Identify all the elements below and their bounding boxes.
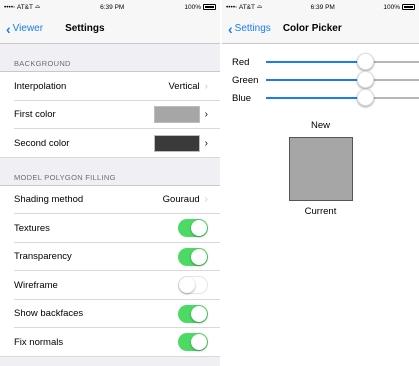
back-label: Settings [234, 23, 271, 34]
blue-slider[interactable] [266, 89, 419, 106]
first-color-label: First color [14, 109, 56, 121]
interpolation-value: Vertical [168, 80, 200, 92]
wifi-icon: ⌓ [256, 3, 263, 10]
toggle-knob [179, 277, 195, 294]
settings-screen: ••••◦ AT&T ⌓ 6:39 PM 100% ‹ Viewer Setti… [0, 0, 220, 366]
red-slider-row: Red [222, 53, 419, 71]
shading-method-value: Gouraud [162, 194, 200, 206]
second-color-swatch [153, 134, 200, 152]
wifi-icon: ⌓ [34, 3, 41, 10]
fix-normals-toggle[interactable] [178, 333, 208, 352]
wireframe-row: Wireframe [0, 271, 220, 300]
color-picker: Red Green Blue New Current [222, 44, 419, 217]
blue-slider-label: Blue [232, 92, 252, 104]
status-bar: ••••◦ AT&T ⌓ 6:39 PM 100% [222, 0, 419, 14]
back-button-viewer[interactable]: ‹ Viewer [0, 20, 44, 37]
slider-fill [266, 97, 366, 99]
back-label: Viewer [12, 23, 44, 34]
interpolation-label: Interpolation [14, 80, 67, 92]
slider-group: Red Green Blue [222, 53, 419, 107]
new-label: New [310, 120, 330, 131]
toggle-knob [191, 305, 207, 322]
blue-slider-row: Blue [222, 89, 419, 107]
carrier-label: ••••◦ AT&T [226, 3, 255, 11]
nav-bar: ‹ Viewer Settings [0, 14, 220, 44]
color-preview-swatch [288, 137, 353, 201]
second-color-row[interactable]: Second color › [0, 129, 220, 158]
first-color-row[interactable]: First color › [0, 100, 220, 129]
chevron-left-icon: ‹ [6, 20, 11, 37]
interpolation-row[interactable]: Interpolation Vertical › [0, 72, 220, 101]
toggle-list: Textures Transparency Wireframe Show backfa… [0, 214, 220, 357]
section-header-background: BACKGROUND [0, 44, 220, 72]
red-slider-thumb[interactable] [357, 53, 375, 70]
red-slider[interactable] [266, 53, 419, 70]
green-slider[interactable] [266, 71, 419, 88]
first-color-swatch [153, 106, 200, 124]
show-backfaces-row: Show backfaces [0, 299, 220, 328]
battery-percent: 100% [383, 3, 400, 11]
status-time: 6:39 PM [310, 3, 335, 11]
status-bar: ••••◦ AT&T ⌓ 6:39 PM 100% [0, 0, 220, 14]
shading-method-label: Shading method [14, 194, 84, 206]
toggle-knob [191, 334, 207, 351]
chevron-right-icon: › [204, 80, 208, 92]
current-label: Current [304, 206, 337, 217]
slider-fill [266, 61, 366, 63]
status-time: 6:39 PM [100, 3, 125, 11]
color-picker-screen: ••••◦ AT&T ⌓ 6:39 PM 100% ‹ Settings Col… [222, 0, 419, 366]
green-slider-label: Green [232, 74, 259, 86]
textures-label: Textures [14, 222, 50, 234]
show-backfaces-toggle[interactable] [178, 304, 208, 323]
wireframe-toggle[interactable] [178, 276, 208, 295]
chevron-right-icon: › [204, 194, 208, 206]
page-title: Settings [65, 23, 105, 34]
battery-percent: 100% [184, 3, 201, 11]
nav-bar: ‹ Settings Color Picker [222, 14, 419, 44]
wireframe-label: Wireframe [14, 279, 58, 291]
chevron-left-icon: ‹ [228, 20, 233, 37]
section-header-model-polygon-filling: MODEL POLYGON FILLING [0, 157, 220, 186]
back-button-settings[interactable]: ‹ Settings [222, 20, 271, 37]
blue-slider-thumb[interactable] [357, 89, 375, 106]
show-backfaces-label: Show backfaces [14, 308, 84, 320]
carrier-label: ••••◦ AT&T [4, 3, 33, 11]
textures-toggle[interactable] [178, 219, 208, 238]
red-slider-label: Red [232, 56, 250, 68]
shading-method-row[interactable]: Shading method Gouraud › [0, 185, 220, 214]
battery-icon [202, 4, 216, 10]
green-slider-thumb[interactable] [357, 71, 375, 88]
green-slider-row: Green [222, 71, 419, 89]
toggle-knob [191, 248, 207, 265]
transparency-label: Transparency [14, 251, 72, 263]
transparency-row: Transparency [0, 242, 220, 271]
transparency-toggle[interactable] [178, 247, 208, 266]
battery-icon [401, 4, 415, 10]
chevron-right-icon: › [204, 109, 208, 121]
slider-fill [266, 79, 366, 81]
textures-row: Textures [0, 214, 220, 243]
page-title: Color Picker [282, 23, 342, 34]
fix-normals-label: Fix normals [14, 336, 64, 348]
chevron-right-icon: › [204, 137, 208, 149]
toggle-knob [191, 220, 207, 237]
second-color-label: Second color [14, 137, 70, 149]
fix-normals-row: Fix normals [0, 328, 220, 357]
